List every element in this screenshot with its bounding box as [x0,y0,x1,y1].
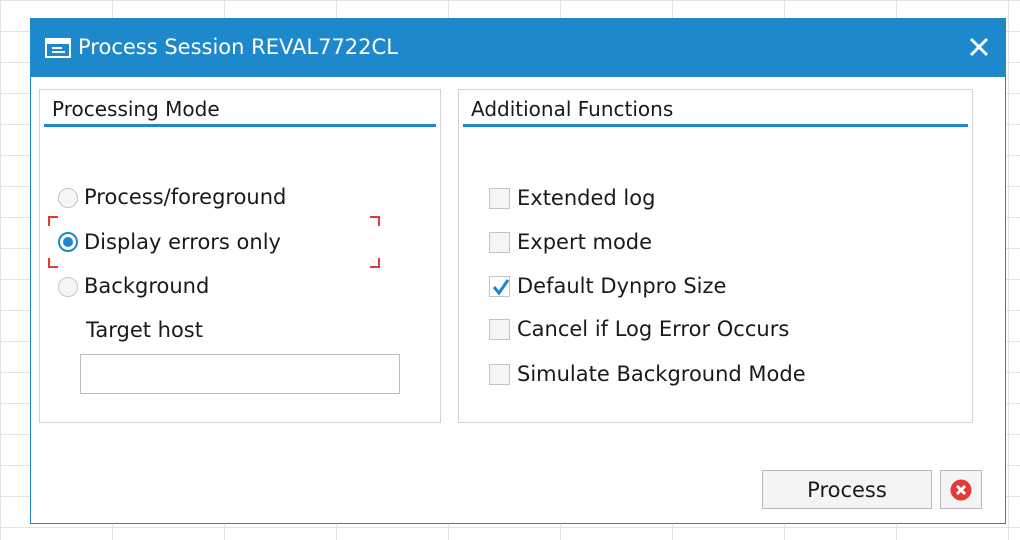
checkbox-checked[interactable] [489,276,510,297]
checkbox-label: Default Dynpro Size [517,274,727,298]
title-bar: Process Session REVAL7722CL [31,19,1005,77]
close-button[interactable] [961,29,997,65]
group-divider [44,124,436,127]
target-host-input[interactable] [80,354,400,394]
checkbox-label: Expert mode [517,230,653,254]
processing-mode-group: Processing Mode Process/foreground Displ… [39,89,441,423]
checkbox-label: Simulate Background Mode [517,362,806,386]
additional-functions-heading: Additional Functions [471,97,674,121]
checkmark-icon [492,279,510,296]
radio-label: Process/foreground [84,185,287,209]
radio-button[interactable] [58,188,78,208]
dialog-title: Process Session REVAL7722CL [78,35,398,59]
checkbox-label: Extended log [517,186,656,210]
additional-functions-group: Additional Functions Extended log Expert… [458,89,973,423]
checkbox[interactable] [489,188,510,209]
cancel-icon [950,479,972,501]
radio-label: Display errors only [84,230,281,254]
radio-label: Background [84,274,210,298]
checkbox[interactable] [489,319,510,340]
close-icon [969,37,989,57]
target-host-label: Target host [86,318,203,342]
checkbox-label: Cancel if Log Error Occurs [517,317,790,341]
processing-mode-heading: Processing Mode [52,97,220,121]
cancel-button[interactable] [940,470,982,509]
radio-button-selected[interactable] [58,232,78,252]
process-session-dialog: Process Session REVAL7722CL Processing M… [30,18,1006,524]
radio-button[interactable] [58,277,78,297]
checkbox[interactable] [489,364,510,385]
group-divider [463,124,968,127]
session-icon [45,38,71,58]
process-button[interactable]: Process [762,470,932,509]
checkbox[interactable] [489,232,510,253]
